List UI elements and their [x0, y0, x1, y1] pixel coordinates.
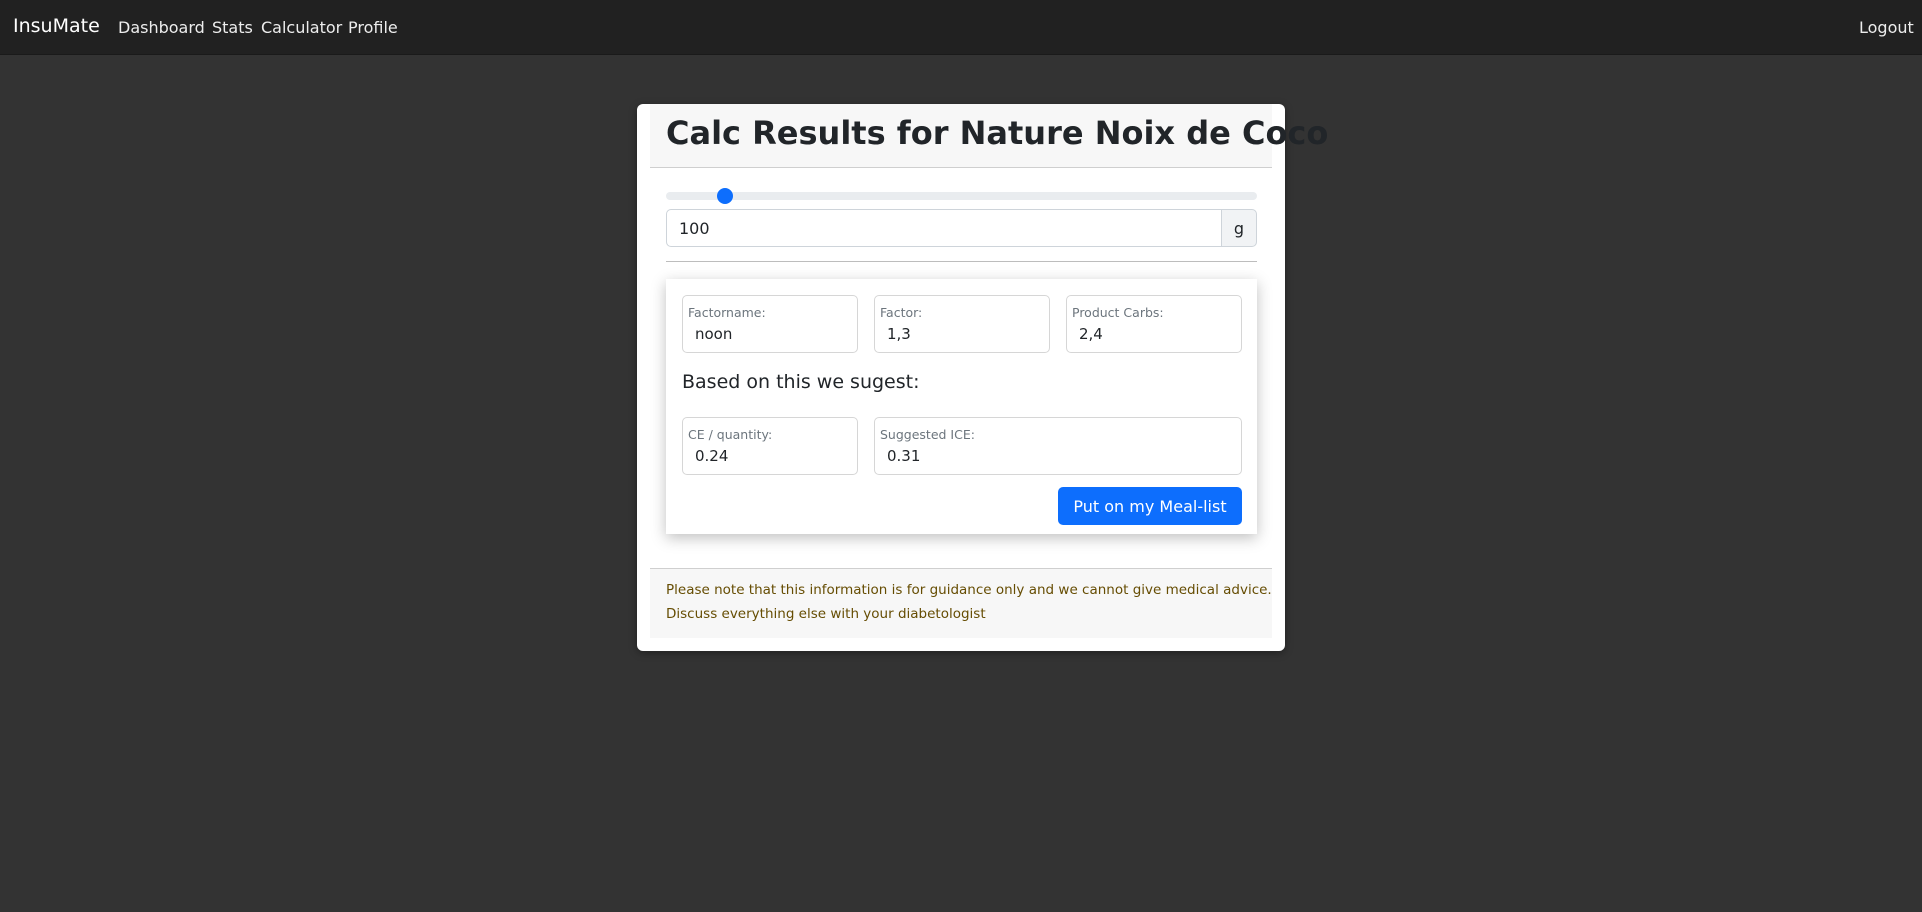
- factor-field: Factor: 1,3: [874, 295, 1050, 353]
- product-carbs-field: Product Carbs: 2,4: [1066, 295, 1242, 353]
- disclaimer-text: Discuss everything else with your diabet…: [666, 606, 986, 622]
- results-panel: Factorname: noon Factor: 1,3 Product Car…: [666, 279, 1257, 534]
- suggest-heading: Based on this we sugest:: [682, 371, 920, 393]
- field-value: noon: [695, 325, 733, 343]
- field-label: Factorname:: [688, 305, 766, 320]
- quantity-slider[interactable]: [666, 188, 1257, 204]
- ce-quantity-field: CE / quantity: 0.24: [682, 417, 858, 475]
- slider-thumb[interactable]: [717, 188, 733, 204]
- logout-link[interactable]: Logout: [1859, 18, 1914, 37]
- nav-dashboard[interactable]: Dashboard: [118, 18, 205, 37]
- calc-results-card: Calc Results for Nature Noix de Coco g F…: [637, 104, 1328, 651]
- field-value: 2,4: [1079, 325, 1103, 343]
- field-value: 0.24: [695, 447, 729, 465]
- quantity-input[interactable]: [666, 209, 1222, 247]
- field-label: Factor:: [880, 305, 923, 320]
- divider: [666, 261, 1257, 262]
- brand-logo[interactable]: InsuMate: [13, 15, 100, 37]
- field-label: Suggested ICE:: [880, 427, 975, 442]
- suggested-ice-field: Suggested ICE: 0.31: [874, 417, 1242, 475]
- nav-calculator[interactable]: Calculator: [261, 18, 342, 37]
- add-to-meal-list-button[interactable]: Put on my Meal-list: [1058, 487, 1242, 525]
- field-value: 1,3: [887, 325, 911, 343]
- field-label: CE / quantity:: [688, 427, 773, 442]
- top-navbar: InsuMate Dashboard Stats Calculator Prof…: [0, 0, 1922, 55]
- card-header: Calc Results for Nature Noix de Coco: [650, 104, 1328, 168]
- field-value: 0.31: [887, 447, 921, 465]
- nav-profile[interactable]: Profile: [348, 18, 398, 37]
- page-title: Calc Results for Nature Noix de Coco: [666, 114, 1329, 152]
- field-label: Product Carbs:: [1072, 305, 1164, 320]
- card-footer: Please note that this information is for…: [650, 568, 1272, 638]
- factorname-field: Factorname: noon: [682, 295, 858, 353]
- nav-stats[interactable]: Stats: [212, 18, 253, 37]
- unit-addon: g: [1221, 209, 1257, 247]
- disclaimer-text: Please note that this information is for…: [666, 582, 1272, 598]
